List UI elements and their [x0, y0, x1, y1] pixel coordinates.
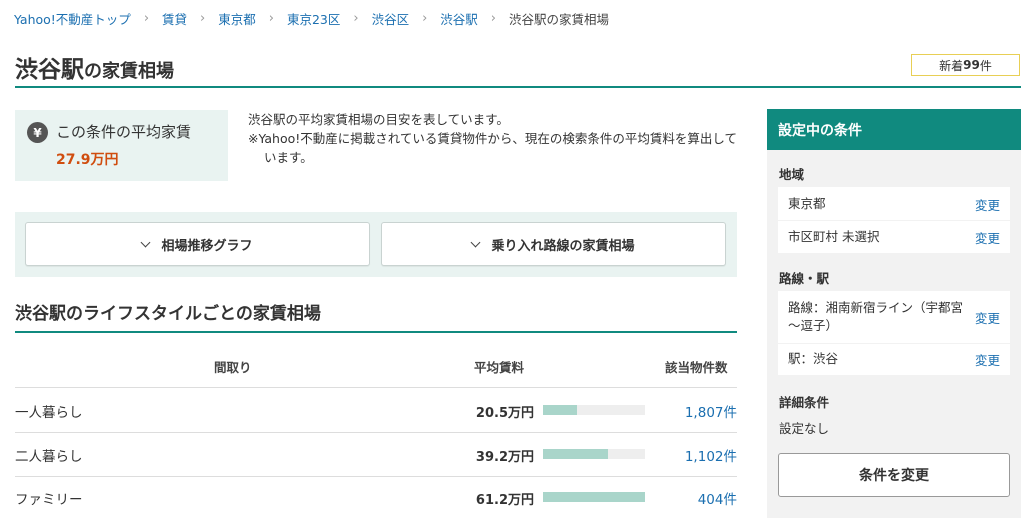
rent-trend-graph-label: 相場推移グラフ	[161, 238, 253, 254]
column-header-layout: 間取り	[214, 360, 252, 375]
description-note: ※Yahoo!不動産に掲載されている賃貸物件から、現在の検索条件の平均賃料を算出…	[248, 131, 738, 165]
column-header-count: 該当物件数	[665, 360, 728, 375]
row-label: 二人暮らし	[15, 449, 83, 465]
change-city-link[interactable]: 変更	[975, 228, 1000, 247]
breadcrumb-yahoo-top[interactable]: Yahoo!不動産トップ	[14, 9, 131, 28]
row-label: 一人暮らし	[15, 405, 83, 421]
chevron-right-icon: ›	[490, 10, 496, 26]
description-line: 渋谷駅の平均家賃相場の目安を表しています。	[248, 112, 509, 127]
breadcrumb-rent[interactable]: 賃貸	[162, 9, 187, 28]
column-header-avg-rent: 平均賃料	[474, 360, 525, 375]
rent-bar	[543, 405, 645, 415]
route-value: 路線：湘南新宿ライン（宇都宮～逗子）	[788, 300, 964, 333]
change-route-link[interactable]: 変更	[975, 308, 1000, 327]
row-price: 39.2万円	[475, 450, 534, 465]
page-title: 渋谷駅の家賃相場	[15, 50, 174, 84]
prefecture-value: 東京都	[788, 196, 826, 211]
page-title-sub: の家賃相場	[84, 61, 174, 82]
average-rent-label: この条件の平均家賃	[56, 123, 192, 141]
rent-bar	[543, 492, 645, 502]
new-badge-count: 99	[963, 58, 980, 72]
detail-heading: 詳細条件	[779, 395, 830, 410]
toggle-panel: 相場推移グラフ 乗り入れ路線の家賃相場	[15, 212, 737, 277]
rent-bar-fill	[543, 449, 609, 459]
region-heading: 地域	[779, 167, 805, 182]
station-value: 駅：渋谷	[788, 351, 839, 366]
condition-station: 駅：渋谷 変更	[778, 344, 1010, 375]
sidebar-title: 設定中の条件	[767, 109, 1021, 150]
chevron-down-icon	[471, 237, 481, 247]
change-station-link[interactable]: 変更	[975, 350, 1000, 369]
search-conditions-sidebar: 設定中の条件 地域 東京都 変更 市区町村 未選択 変更 路線・駅 路線：湘南新…	[767, 109, 1021, 518]
lifestyle-section-title: 渋谷駅のライフスタイルごとの家賃相場	[15, 304, 321, 324]
row-price: 61.2万円	[475, 493, 534, 508]
new-badge-suffix: 件	[979, 58, 992, 73]
change-conditions-button[interactable]: 条件を変更	[778, 453, 1010, 497]
average-description: 渋谷駅の平均家賃相場の目安を表しています。 ※Yahoo!不動産に掲載されている…	[248, 110, 738, 167]
rent-bar	[543, 449, 645, 459]
row-count-link[interactable]: 404件	[698, 488, 737, 508]
average-rent-value: 27.9万円	[56, 152, 119, 168]
rent-bar-fill	[543, 492, 645, 502]
average-rent-box: ¥ この条件の平均家賃 27.9万円	[15, 110, 228, 181]
row-divider	[15, 476, 737, 477]
city-value: 市区町村 未選択	[788, 229, 880, 244]
new-listings-badge[interactable]: 新着 99 件	[911, 54, 1020, 76]
row-count-link[interactable]: 1,102件	[685, 445, 737, 465]
row-divider	[15, 387, 737, 388]
row-price: 20.5万円	[475, 406, 534, 421]
line-station-heading: 路線・駅	[779, 271, 830, 286]
chevron-right-icon: ›	[200, 10, 206, 26]
breadcrumb-tokyo[interactable]: 東京都	[218, 9, 256, 28]
breadcrumb-tokyo-23[interactable]: 東京23区	[287, 9, 340, 28]
condition-prefecture: 東京都 変更	[778, 187, 1010, 220]
row-label: ファミリー	[15, 492, 83, 508]
new-badge-prefix: 新着	[939, 58, 964, 73]
condition-route: 路線：湘南新宿ライン（宇都宮～逗子） 変更	[778, 291, 1010, 343]
page-title-main: 渋谷駅	[15, 57, 84, 83]
chevron-right-icon: ›	[422, 10, 428, 26]
chevron-right-icon: ›	[353, 10, 359, 26]
section-divider	[15, 331, 737, 333]
breadcrumb-shibuya-station[interactable]: 渋谷駅	[440, 9, 478, 28]
row-count-link[interactable]: 1,807件	[685, 401, 737, 421]
row-divider	[15, 432, 737, 433]
transfer-lines-rent-button[interactable]: 乗り入れ路線の家賃相場	[381, 222, 726, 266]
yen-icon: ¥	[27, 122, 48, 143]
condition-city: 市区町村 未選択 変更	[778, 221, 1010, 253]
change-prefecture-link[interactable]: 変更	[975, 195, 1000, 214]
chevron-right-icon: ›	[143, 10, 150, 26]
breadcrumb-shibuya-ward[interactable]: 渋谷区	[372, 9, 410, 28]
title-divider	[15, 86, 1021, 88]
chevron-down-icon	[141, 237, 151, 247]
breadcrumb-current: 渋谷駅の家賃相場	[509, 11, 610, 27]
detail-value: 設定なし	[779, 421, 830, 436]
transfer-lines-rent-label: 乗り入れ路線の家賃相場	[491, 238, 635, 254]
rent-trend-graph-button[interactable]: 相場推移グラフ	[25, 222, 370, 266]
breadcrumb: Yahoo!不動産トップ › 賃貸 › 東京都 › 東京23区 › 渋谷区 › …	[14, 9, 609, 27]
rent-bar-fill	[543, 405, 577, 415]
chevron-right-icon: ›	[268, 10, 274, 26]
